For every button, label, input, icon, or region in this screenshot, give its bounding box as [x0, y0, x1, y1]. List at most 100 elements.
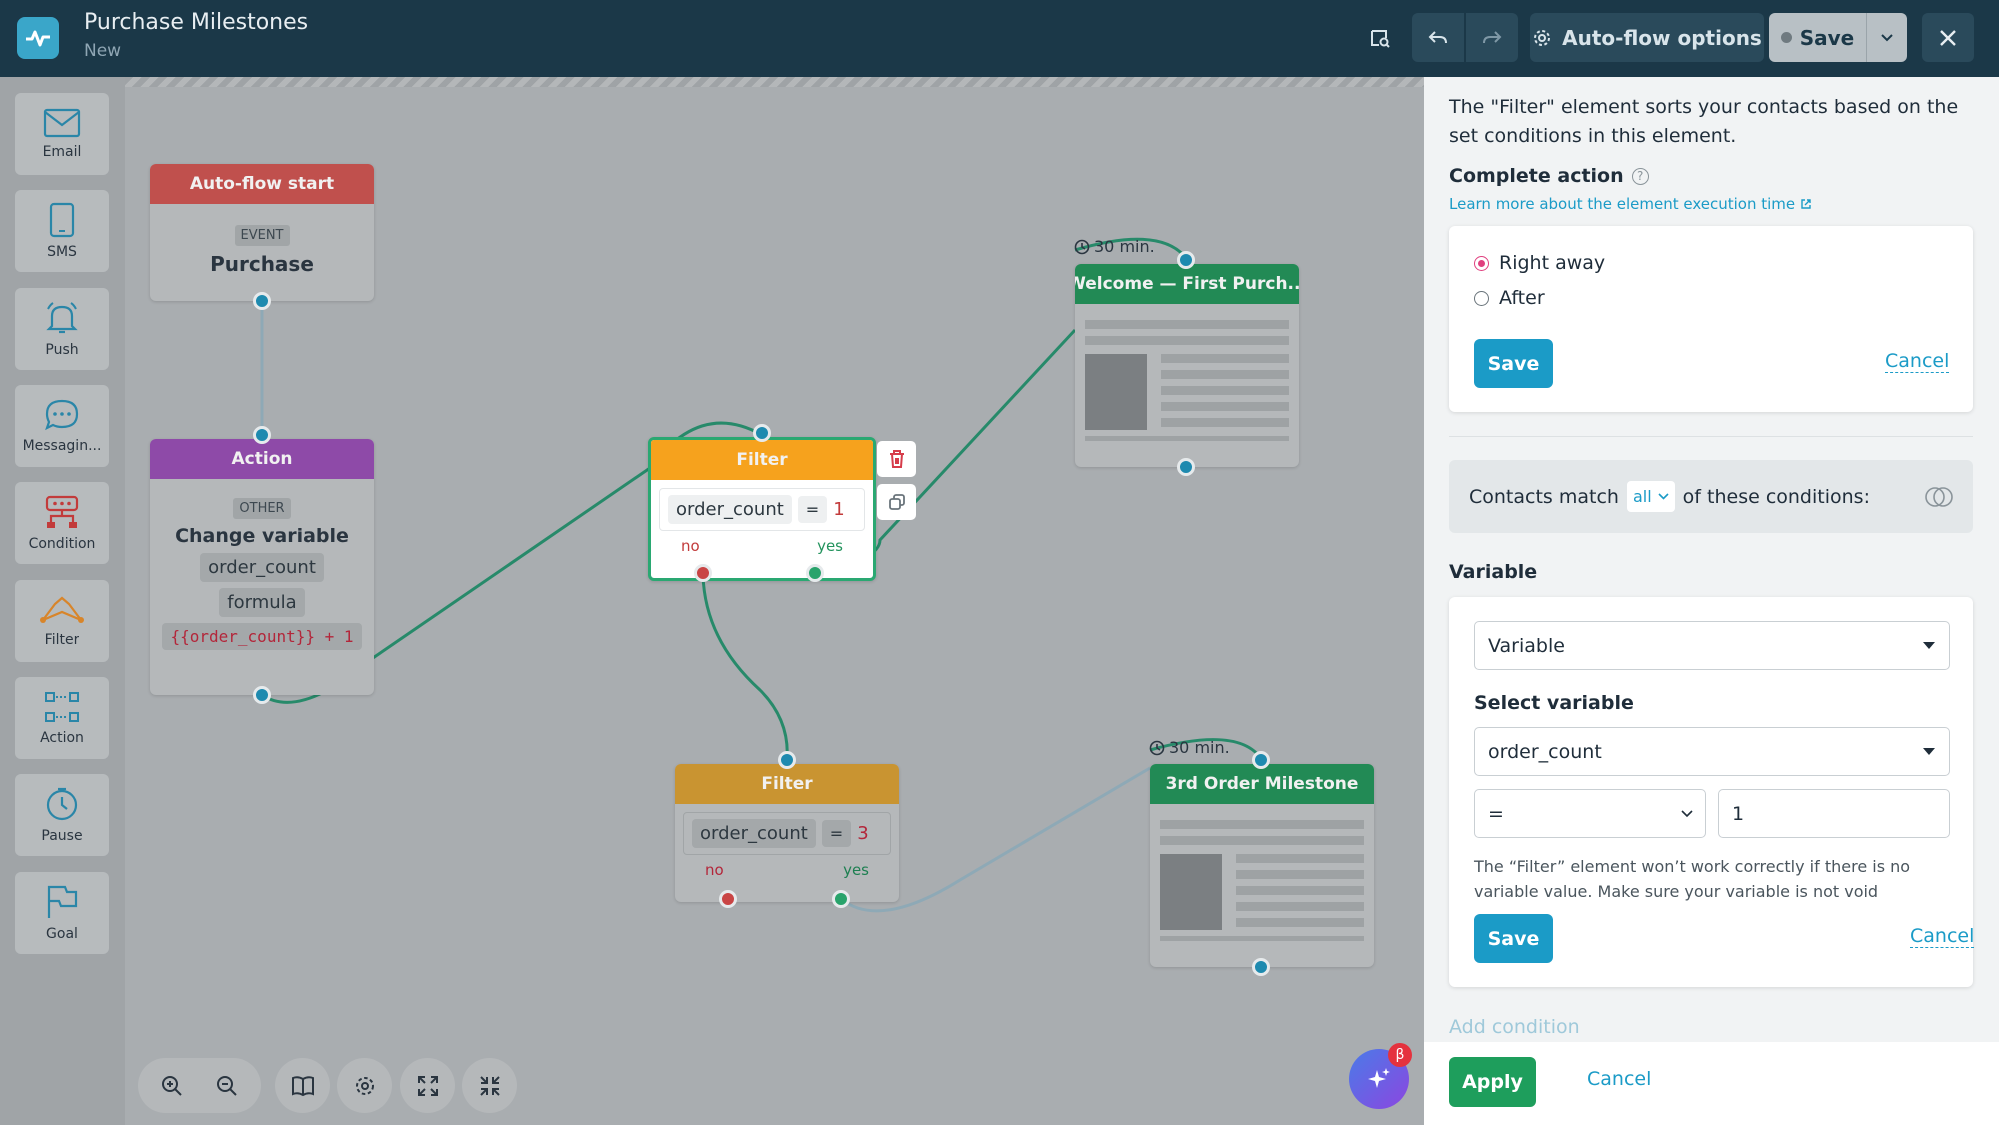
- delay-value: 30 min.: [1094, 237, 1155, 256]
- collapse-button[interactable]: [462, 1058, 517, 1113]
- operator-value: =: [1488, 802, 1504, 825]
- variable-warning: The “Filter” element won’t work correctl…: [1474, 857, 1911, 901]
- palette-item-filter[interactable]: Filter: [15, 580, 109, 662]
- node-filter[interactable]: Filter order_count = 3 no yes: [675, 764, 899, 902]
- autoflow-options-button[interactable]: Auto-flow options: [1530, 13, 1764, 62]
- palette-item-push[interactable]: Push: [15, 288, 109, 370]
- node-title: Filter: [651, 440, 873, 480]
- bell-icon: [46, 302, 78, 334]
- palette-item-messaging[interactable]: Messagin...: [15, 385, 109, 467]
- gear-icon: [1534, 29, 1551, 46]
- palette-item-label: Pause: [41, 828, 83, 844]
- branch-no-label: no: [681, 537, 700, 555]
- chevron-down-icon: [1658, 493, 1669, 500]
- condition-operator: =: [821, 820, 852, 847]
- clock-icon: [46, 787, 78, 821]
- palette-item-label: Condition: [28, 536, 96, 552]
- value-input-text: 1: [1732, 802, 1745, 825]
- output-port[interactable]: [253, 292, 271, 310]
- zoom-in-button[interactable]: [145, 1058, 200, 1113]
- cancel-panel-link[interactable]: Cancel: [1587, 1068, 1651, 1090]
- expand-icon: [417, 1075, 438, 1096]
- input-port[interactable]: [1177, 251, 1195, 269]
- venn-icon[interactable]: [1923, 486, 1955, 508]
- branch-yes-label: yes: [817, 537, 843, 555]
- cancel-condition-link[interactable]: Cancel: [1910, 925, 1975, 948]
- node-action[interactable]: Action OTHER Change variable order_count…: [150, 439, 374, 695]
- value-input[interactable]: 1: [1718, 789, 1950, 838]
- match-mode-select[interactable]: all: [1626, 481, 1675, 512]
- delay-label: 30 min.: [1074, 237, 1155, 256]
- condition-value: 3: [857, 823, 869, 844]
- save-condition-button[interactable]: Save: [1474, 914, 1553, 963]
- external-link-icon: [1801, 199, 1811, 209]
- radio-right-away[interactable]: Right away: [1474, 252, 1605, 274]
- guide-button[interactable]: [275, 1058, 330, 1113]
- palette-item-label: Filter: [44, 632, 80, 648]
- save-button[interactable]: Save: [1769, 13, 1867, 62]
- learn-more-link[interactable]: Learn more about the element execution t…: [1449, 195, 1812, 213]
- email-preview: [1085, 312, 1289, 467]
- save-label: Save: [1799, 25, 1855, 50]
- delete-node-button[interactable]: [877, 441, 916, 477]
- condition-icon: [45, 495, 79, 528]
- variable-select[interactable]: order_count: [1474, 727, 1950, 776]
- expand-button[interactable]: [400, 1058, 455, 1113]
- collapse-icon: [479, 1075, 500, 1096]
- output-port[interactable]: [1177, 458, 1195, 476]
- add-condition-link[interactable]: Add condition: [1449, 1016, 1580, 1038]
- save-group: Save: [1769, 13, 1907, 62]
- output-port-no[interactable]: [694, 564, 712, 582]
- input-port[interactable]: [753, 424, 771, 442]
- action-mode: formula: [219, 588, 305, 617]
- complete-action-card: Right away After Save Cancel: [1449, 226, 1973, 412]
- radio-after[interactable]: After: [1474, 287, 1545, 309]
- apply-button[interactable]: Apply: [1449, 1057, 1536, 1107]
- save-dropdown-button[interactable]: [1867, 13, 1907, 62]
- save-timing-button[interactable]: Save: [1474, 339, 1553, 388]
- palette-item-label: Push: [45, 342, 79, 358]
- palette-item-goal[interactable]: Goal: [15, 872, 109, 954]
- radio-unselected-icon: [1474, 290, 1489, 306]
- close-button[interactable]: [1922, 13, 1974, 62]
- cancel-timing-link[interactable]: Cancel: [1885, 350, 1950, 373]
- gear-icon: [355, 1076, 374, 1095]
- redo-button[interactable]: [1466, 13, 1518, 62]
- operator-select[interactable]: =: [1474, 789, 1706, 838]
- branch-labels: no yes: [675, 861, 899, 879]
- canvas-settings-button[interactable]: [337, 1058, 392, 1113]
- branch-no-label: no: [705, 861, 724, 879]
- node-email-milestone[interactable]: 3rd Order Milestone: [1150, 764, 1374, 967]
- input-port[interactable]: [253, 426, 271, 444]
- output-port[interactable]: [1252, 958, 1270, 976]
- palette-item-action[interactable]: Action: [15, 677, 109, 759]
- output-port[interactable]: [253, 686, 271, 704]
- palette-item-condition[interactable]: Condition: [15, 482, 109, 564]
- palette-item-email[interactable]: Email: [15, 93, 109, 175]
- complete-action-heading: Complete action ?: [1449, 165, 1649, 187]
- help-icon[interactable]: ?: [1631, 167, 1649, 185]
- node-autoflow-start[interactable]: Auto-flow start EVENT Purchase: [150, 164, 374, 301]
- condition-type-value: Variable: [1488, 634, 1565, 657]
- action-name: Change variable: [175, 525, 349, 547]
- radio-label: After: [1499, 287, 1545, 309]
- input-port[interactable]: [1252, 751, 1270, 769]
- palette-item-sms[interactable]: SMS: [15, 190, 109, 272]
- node-title: Action: [150, 439, 374, 479]
- email-preview: [1160, 812, 1364, 967]
- duplicate-node-button[interactable]: [877, 484, 916, 520]
- output-port-no[interactable]: [719, 890, 737, 908]
- node-filter-active[interactable]: Filter order_count = 1 no yes: [648, 437, 876, 581]
- zoom-out-button[interactable]: [200, 1058, 255, 1113]
- output-port-yes[interactable]: [832, 890, 850, 908]
- output-port-yes[interactable]: [806, 564, 824, 582]
- condition-type-select[interactable]: Variable: [1474, 621, 1950, 670]
- envelope-icon: [43, 108, 81, 138]
- node-email-welcome[interactable]: Welcome — First Purch...: [1075, 264, 1299, 467]
- learn-more-label: Learn more about the element execution t…: [1449, 195, 1796, 213]
- contacts-match-prefix: Contacts match: [1469, 485, 1619, 508]
- event-name: Purchase: [210, 252, 314, 276]
- action-variable: order_count: [200, 553, 324, 582]
- palette-item-pause[interactable]: Pause: [15, 774, 109, 856]
- input-port[interactable]: [778, 751, 796, 769]
